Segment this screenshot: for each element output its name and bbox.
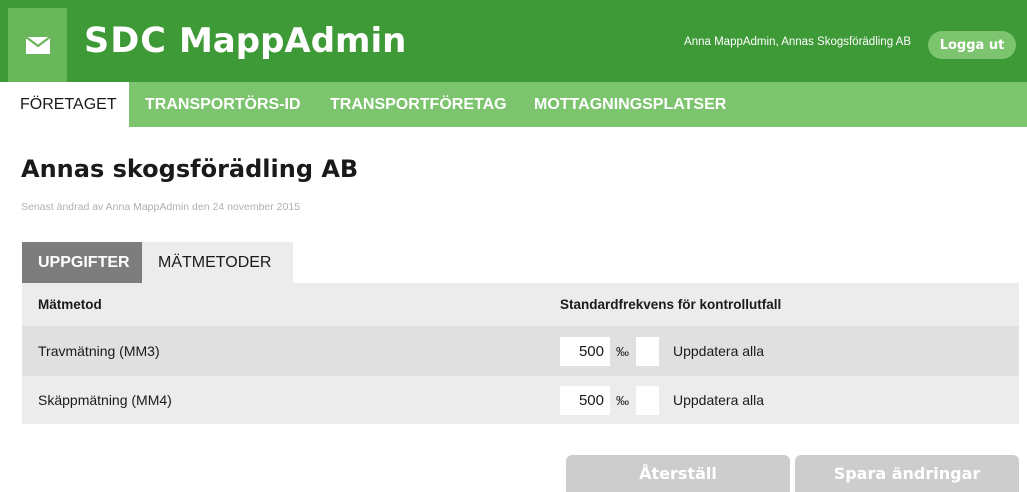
- method-name: Skäppmätning (MM4): [38, 392, 172, 408]
- nav-item-transportforetag[interactable]: TRANSPORTFÖRETAG: [330, 82, 507, 127]
- tab-uppgifter[interactable]: UPPGIFTER: [22, 242, 142, 283]
- sdc-logo: SDC: [84, 21, 167, 61]
- app-name: MappAdmin: [178, 21, 407, 61]
- permille-unit: ‰: [616, 343, 629, 359]
- tab-matmetoder[interactable]: MÄTMETODER: [142, 242, 293, 283]
- save-changes-button[interactable]: Spara ändringar: [795, 455, 1019, 492]
- logout-button[interactable]: Logga ut: [928, 31, 1016, 59]
- user-info: Anna MappAdmin, Annas Skogsförädling AB: [684, 36, 911, 48]
- nav-item-mottagningsplatser[interactable]: MOTTAGNINGSPLATSER: [534, 82, 726, 127]
- frequency-cell: ‰ Uppdatera alla: [560, 326, 764, 376]
- update-all-label: Uppdatera alla: [673, 392, 765, 408]
- update-all-label: Uppdatera alla: [673, 343, 765, 359]
- mail-button[interactable]: [8, 8, 67, 82]
- column-header-method: Mätmetod: [38, 297, 102, 312]
- table-row: Travmätning (MM3) ‰ Uppdatera alla: [22, 326, 1019, 376]
- mail-icon: [25, 36, 50, 54]
- frequency-input[interactable]: [560, 385, 610, 415]
- table-row: Skäppmätning (MM4) ‰ Uppdatera alla: [22, 376, 1019, 424]
- frequency-input[interactable]: [560, 336, 610, 366]
- permille-unit: ‰: [616, 392, 629, 408]
- page-title: Annas skogsförädling AB: [21, 155, 359, 183]
- table-header: Mätmetod Standardfrekvens för kontrollut…: [22, 283, 1019, 326]
- nav-item-transportors-id[interactable]: TRANSPORTÖRS-ID: [145, 82, 301, 127]
- method-name: Travmätning (MM3): [38, 343, 160, 359]
- frequency-cell: ‰ Uppdatera alla: [560, 376, 764, 424]
- brand: SDC MappAdmin: [84, 10, 406, 72]
- app-header: SDC MappAdmin Anna MappAdmin, Annas Skog…: [0, 0, 1027, 82]
- column-header-frequency: Standardfrekvens för kontrollutfall: [560, 297, 782, 312]
- last-modified-text: Senast ändrad av Anna MappAdmin den 24 n…: [21, 201, 301, 213]
- nav-item-foretaget[interactable]: FÖRETAGET: [8, 82, 129, 127]
- update-all-checkbox[interactable]: [636, 336, 659, 366]
- update-all-checkbox[interactable]: [636, 385, 659, 415]
- measurement-table: Mätmetod Standardfrekvens för kontrollut…: [22, 283, 1019, 424]
- main-nav: FÖRETAGET TRANSPORTÖRS-ID TRANSPORTFÖRET…: [8, 82, 1027, 127]
- reset-button[interactable]: Återställ: [566, 455, 790, 492]
